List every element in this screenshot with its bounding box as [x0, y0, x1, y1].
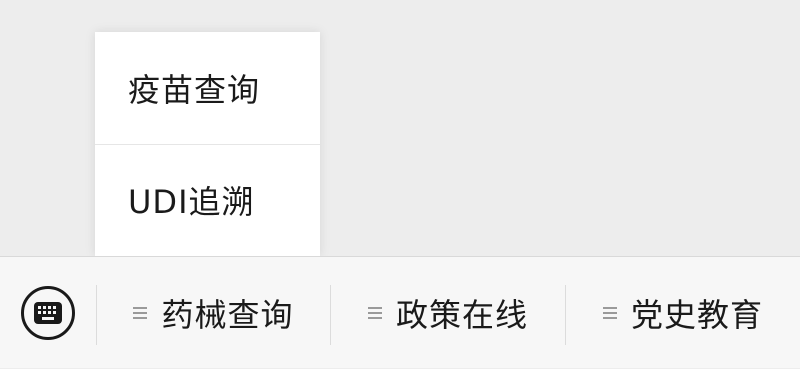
- submenu-popup: 疫苗查询 UDI追溯: [95, 32, 320, 256]
- menu-tab-drug-device-query[interactable]: 药械查询: [97, 257, 330, 369]
- submenu-item-label: UDI追溯: [128, 183, 255, 221]
- menu-tab-policy-online[interactable]: 政策在线: [331, 257, 565, 369]
- submenu-item-label: 疫苗查询: [128, 71, 261, 109]
- keyboard-toggle-button[interactable]: [21, 286, 75, 340]
- submenu-item-vaccine-query[interactable]: 疫苗查询: [95, 32, 320, 144]
- bottom-menu-bar: 药械查询 政策在线 党史教育: [0, 256, 800, 368]
- hamburger-icon: [133, 307, 148, 319]
- menu-tab-label: 药械查询: [161, 296, 294, 334]
- menu-tab-label: 党史教育: [630, 296, 763, 334]
- menu-tab-label: 政策在线: [395, 296, 528, 334]
- hamburger-icon: [367, 307, 382, 319]
- submenu-item-udi-trace[interactable]: UDI追溯: [95, 144, 320, 256]
- hamburger-icon: [602, 307, 617, 319]
- keyboard-icon: [34, 302, 62, 324]
- menu-tab-party-history-education[interactable]: 党史教育: [566, 257, 800, 369]
